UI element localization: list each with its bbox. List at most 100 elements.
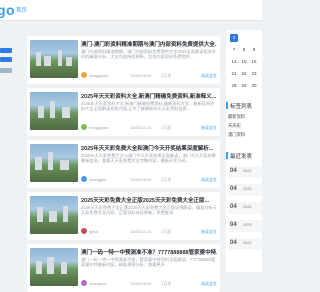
tag-link[interactable]: 澳门资料 [228, 132, 245, 138]
calendar-row: 28 29 30 [226, 82, 262, 90]
site-logo[interactable]: go [0, 2, 15, 18]
article-date: 2025-04-01 [131, 177, 152, 182]
calendar-day[interactable]: 9 [250, 46, 258, 54]
thumb-building [36, 261, 42, 274]
article-views: 2万次 [161, 73, 172, 78]
left-strip-bar [0, 57, 12, 62]
article-title[interactable]: 2025年天天彩资料大全,新澳门精确免费资料,新准释义... [81, 92, 217, 100]
article-meta: hongjjayun 2025-04-01 1万次 阅读全文 [81, 124, 217, 131]
calendar-row: 21 22 23 [226, 70, 262, 78]
section-accent [226, 152, 228, 159]
calendar-day[interactable]: 30 [250, 82, 258, 90]
article-title[interactable]: 澳门-澳门彩资料精准期期与澳门内部资料免费提供大全... [81, 40, 217, 48]
calendar-day[interactable]: 14 [230, 58, 238, 66]
recent-post-day: 04 [230, 204, 237, 210]
article-card[interactable]: 2025年天天彩资料大全,新澳门精确免费资料,新准释义... 2025年天天彩资… [27, 88, 220, 136]
calendar-day-today[interactable]: 2 [230, 34, 238, 42]
calendar-day[interactable]: 23 [250, 70, 258, 78]
calendar-day[interactable]: 15 [240, 58, 248, 66]
tags-section-title: 标签列表 [230, 104, 253, 110]
read-more-link[interactable]: 阅读全文 [201, 125, 217, 131]
author-avatar[interactable] [81, 280, 87, 286]
recent-post-item[interactable]: 04 2025 [228, 202, 262, 214]
article-card[interactable]: 2025年天天彩免费大全和澳门今天开奖结果深度解析... 2025年天天彩免费大… [27, 140, 220, 188]
article-thumbnail[interactable] [30, 248, 78, 286]
read-more-link[interactable]: 阅读全文 [201, 281, 217, 287]
tag-link[interactable]: 最新资料 [228, 114, 245, 120]
article-thumbnail[interactable] [30, 40, 78, 78]
thumb-building [66, 57, 72, 66]
thumb-building [35, 157, 42, 170]
article-thumbnail[interactable] [30, 196, 78, 234]
recent-post-item[interactable]: 04 2025 [228, 238, 262, 250]
article-date: 2025-04-01 [131, 229, 152, 234]
section-accent [226, 102, 228, 109]
author-avatar[interactable] [81, 228, 87, 234]
article-title[interactable]: 2025天天彩免费大全正版2025天天彩免费大全正版... [81, 196, 217, 204]
article-author[interactable]: chongsuu [89, 281, 106, 286]
article-thumbnail[interactable] [30, 92, 78, 130]
article-excerpt: 澳门一码一特一中预测准不准，管家婆中特资料全面解读，777788888管家婆中特… [81, 257, 216, 268]
nav-home-link[interactable]: 首页 [16, 6, 27, 14]
read-more-link[interactable]: 阅读全文 [201, 73, 217, 79]
article-date: 2025-04-01 [131, 281, 152, 286]
recent-post-year: 2025 [243, 169, 252, 173]
left-strip-bar [0, 68, 12, 73]
article-date: 2025-04-01 [131, 73, 152, 78]
thumb-building [61, 262, 67, 274]
article-views: 1万次 [161, 229, 172, 234]
calendar-row: 14 15 16 [226, 58, 262, 66]
article-author[interactable]: hongjjayun [89, 73, 108, 78]
author-avatar[interactable] [81, 124, 87, 130]
recent-posts-title: 最近发表 [230, 154, 253, 160]
recent-post-item[interactable]: 04 2025 [228, 220, 262, 232]
article-meta: zhangjian 2025-04-01 2万次 阅读全文 [81, 176, 217, 183]
article-card[interactable]: 2025天天彩免费大全正版2025天天彩免费大全正版... 2025天天彩免费大… [27, 192, 220, 240]
article-meta: ljplsd 2025-04-01 1万次 阅读全文 [81, 228, 217, 235]
article-date: 2025-04-01 [131, 125, 152, 130]
thumb-building [48, 152, 53, 170]
article-excerpt: 2025年天天彩免费大全与澳门今天开奖结果全面解读，澳门今天开奖结果最新信息，查… [81, 153, 216, 164]
recent-post-day: 04 [230, 168, 237, 174]
article-views: 1万次 [161, 125, 172, 130]
calendar-day[interactable]: 21 [230, 70, 238, 78]
thumb-building [36, 52, 41, 66]
article-card[interactable]: 澳门一码一特一中预测准不准？7777888888管家婆中特... 澳门一码一特一… [27, 244, 220, 292]
thumb-building [60, 160, 69, 170]
article-author[interactable]: hongjjayun [89, 125, 108, 130]
calendar-day[interactable]: 28 [230, 82, 238, 90]
tag-link[interactable]: 天天彩 [228, 123, 241, 129]
read-more-link[interactable]: 阅读全文 [201, 229, 217, 235]
recent-post-year: 2025 [243, 205, 252, 209]
article-author[interactable]: zhangjian [89, 177, 106, 182]
left-strip-bar [0, 48, 12, 53]
author-avatar[interactable] [81, 72, 87, 78]
read-more-link[interactable]: 阅读全文 [201, 177, 217, 183]
article-excerpt: 2025年天天彩资料大全,新澳门精确免费资料,最新资料大全，最新官网资料大全全面… [81, 101, 215, 112]
article-title[interactable]: 2025年天天彩免费大全和澳门今天开奖结果深度解析... [81, 144, 217, 152]
article-author[interactable]: ljplsd [89, 229, 98, 234]
recent-post-year: 2025 [243, 241, 252, 245]
calendar-day[interactable]: 8 [240, 46, 248, 54]
calendar-day[interactable]: 7 [230, 46, 238, 54]
right-sidebar: 2 7 8 9 14 15 16 21 22 23 28 29 30 标签列表 … [226, 30, 262, 272]
thumb-building [44, 56, 51, 66]
thumb-building [63, 206, 68, 222]
calendar-day[interactable]: 22 [240, 70, 248, 78]
recent-post-year: 2025 [243, 187, 252, 191]
article-thumbnail[interactable] [30, 144, 78, 182]
article-excerpt: 2025天天彩免费大全正版2025天天彩免费大全正版详细解读，精准分析天天彩免费… [81, 205, 217, 216]
calendar-day[interactable]: 16 [250, 58, 258, 66]
recent-post-item[interactable]: 04 2025 [228, 184, 262, 196]
top-navbar: go 首页 [0, 0, 262, 21]
article-card[interactable]: 澳门-澳门彩资料精准期期与澳门内部资料免费提供大全... 澳门内部资料精准期期，… [27, 36, 220, 84]
left-accent-strip [0, 48, 12, 118]
article-meta: chongsuu 2025-04-01 1万次 阅读全文 [81, 280, 217, 287]
thumb-building [49, 211, 57, 222]
calendar-day[interactable]: 29 [240, 82, 248, 90]
author-avatar[interactable] [81, 176, 87, 182]
article-views: 1万次 [161, 281, 172, 286]
recent-post-item[interactable]: 04 2025 [228, 166, 262, 178]
article-excerpt: 澳门内部资料精准期期，澳门内部资料免费提供大全2025全面解读相关资料的精准分析… [81, 49, 216, 60]
article-title[interactable]: 澳门一码一特一中预测准不准？7777888888管家婆中特... [81, 248, 217, 256]
